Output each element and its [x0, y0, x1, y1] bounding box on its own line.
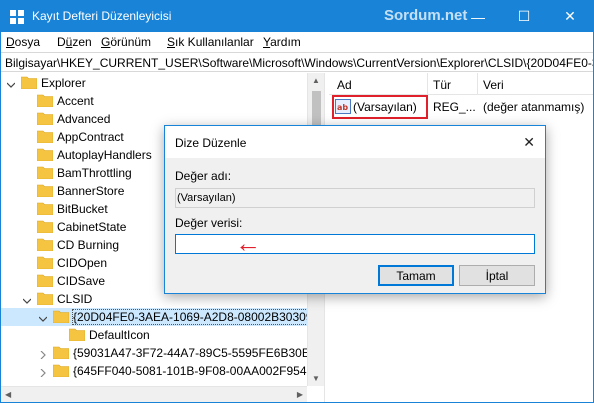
column-header-data[interactable]: Veri [483, 78, 504, 92]
tree-item-label: CD Burning [57, 238, 120, 252]
list-header: Ad Tür Veri [329, 73, 593, 95]
folder-icon [36, 130, 54, 144]
minimize-icon: — [471, 8, 485, 25]
value-type: REG_... [433, 100, 476, 114]
scroll-right-arrow[interactable]: ▶ [297, 390, 303, 399]
ok-button[interactable]: Tamam [378, 265, 454, 286]
folder-icon [36, 256, 54, 270]
menu-duzen[interactable]: Düzen [57, 35, 92, 49]
title-bar[interactable]: Kayıt Defteri Düzenleyicisi Sordum.net —… [1, 1, 593, 32]
collapse-chevron-icon[interactable] [22, 294, 32, 304]
menu-bar: Dosya Düzen Görünüm Sık Kullanılanlar Ya… [1, 32, 593, 52]
annotation-arrow-icon: ← [235, 228, 261, 258]
tree-item-label: AutoplayHandlers [57, 148, 152, 162]
tree-item-label: CabinetState [57, 220, 127, 234]
dialog-title-bar[interactable]: Dize Düzenle ✕ [165, 126, 545, 158]
scroll-up-arrow[interactable]: ▲ [312, 76, 320, 85]
tree-item-label: Advanced [57, 112, 111, 126]
column-header-type[interactable]: Tür [433, 78, 451, 92]
tree-item-label: Explorer [41, 76, 86, 90]
tree-item-label: {20D04FE0-3AEA-1069-A2D8-08002B30309D} [71, 309, 307, 325]
tree-item[interactable]: Explorer [1, 74, 307, 92]
menu-dosya[interactable]: Dosya [6, 35, 40, 49]
folder-icon [36, 148, 54, 162]
maximize-icon: ☐ [517, 8, 531, 24]
tree-item-label: BannerStore [57, 184, 125, 198]
maximize-button[interactable]: ☐ [501, 1, 547, 32]
folder-icon [52, 310, 70, 324]
value-data: (değer atanmamış) [483, 100, 585, 114]
menu-sik-kullanilanlar[interactable]: Sık Kullanılanlar [167, 35, 254, 49]
tree-item-label: {59031A47-3F72-44A7-89C5-5595FE6B30EE} [73, 346, 307, 360]
column-header-name[interactable]: Ad [337, 78, 352, 92]
minimize-button[interactable]: — [455, 1, 501, 32]
folder-icon [36, 184, 54, 198]
tree-item[interactable]: {645FF040-5081-101B-9F08-00AA002F954E} [1, 362, 307, 380]
tree-item[interactable]: {59031A47-3F72-44A7-89C5-5595FE6B30EE} [1, 344, 307, 362]
folder-icon [36, 274, 54, 288]
folder-icon [36, 220, 54, 234]
value-data-label: Değer verisi: [175, 216, 243, 230]
expand-chevron-icon[interactable] [39, 348, 47, 360]
tree-horizontal-scrollbar[interactable]: ◀ ▶ [1, 386, 307, 402]
scroll-left-arrow[interactable]: ◀ [5, 390, 11, 399]
dialog-title: Dize Düzenle [175, 136, 247, 150]
menu-yardim[interactable]: Yardım [263, 35, 301, 49]
value-name-label: Değer adı: [175, 169, 232, 183]
folder-icon [36, 112, 54, 126]
address-path[interactable]: Bilgisayar\HKEY_CURRENT_USER\Software\Mi… [5, 56, 593, 70]
registry-editor-window: Kayıt Defteri Düzenleyicisi Sordum.net —… [0, 0, 594, 403]
folder-icon [52, 346, 70, 360]
tree-item-label: Accent [57, 94, 94, 108]
value-data-input[interactable] [175, 234, 535, 254]
registry-app-icon [10, 10, 24, 24]
address-bar[interactable]: Bilgisayar\HKEY_CURRENT_USER\Software\Mi… [1, 52, 593, 72]
column-divider[interactable] [477, 73, 478, 95]
folder-icon [36, 166, 54, 180]
tree-item[interactable]: {20D04FE0-3AEA-1069-A2D8-08002B30309D} [1, 308, 307, 326]
menu-gorunum[interactable]: Görünüm [101, 35, 151, 49]
tree-item-label: CIDOpen [57, 256, 108, 270]
tree-item-label: CIDSave [57, 274, 106, 288]
folder-icon [36, 202, 54, 216]
collapse-chevron-icon[interactable] [6, 78, 16, 88]
edit-string-dialog: Dize Düzenle ✕ Değer adı: (Varsayılan) D… [164, 125, 546, 294]
folder-icon [20, 76, 38, 90]
value-name-field: (Varsayılan) [175, 188, 535, 208]
tree-item[interactable]: DefaultIcon [1, 326, 307, 344]
tree-item-label: DefaultIcon [89, 328, 150, 342]
window-title: Kayıt Defteri Düzenleyicisi [32, 9, 172, 23]
scroll-down-arrow[interactable]: ▼ [312, 374, 320, 383]
annotation-highlight-box [332, 95, 428, 119]
tree-item-label: BamThrottling [57, 166, 132, 180]
dialog-close-icon[interactable]: ✕ [523, 134, 535, 151]
tree-item-label: {645FF040-5081-101B-9F08-00AA002F954E} [73, 364, 307, 378]
tree-item-label: BitBucket [57, 202, 108, 216]
expand-chevron-icon[interactable] [39, 366, 47, 378]
folder-icon [36, 238, 54, 252]
close-icon: ✕ [564, 8, 576, 24]
tree-item[interactable]: Accent [1, 92, 307, 110]
folder-icon [36, 94, 54, 108]
collapse-chevron-icon[interactable] [38, 312, 48, 322]
cancel-button[interactable]: İptal [459, 265, 535, 286]
tree-item-label: AppContract [57, 130, 124, 144]
tree-item-label: CLSID [57, 292, 93, 306]
close-button[interactable]: ✕ [547, 1, 593, 32]
folder-icon [52, 364, 70, 378]
column-divider[interactable] [427, 73, 428, 95]
folder-icon [68, 328, 86, 342]
folder-icon [36, 292, 54, 306]
